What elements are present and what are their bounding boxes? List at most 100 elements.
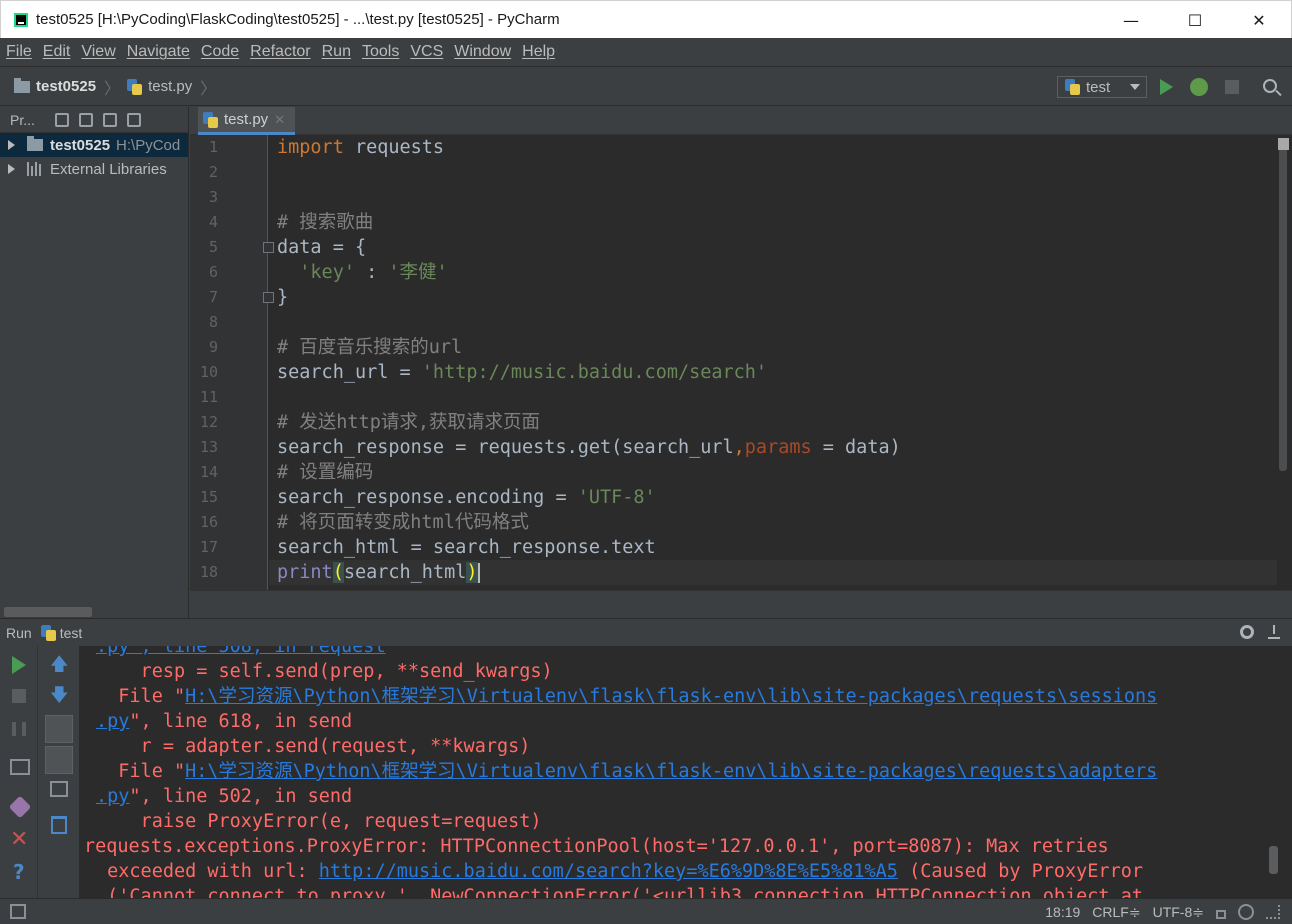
menu-navigate[interactable]: Navigate bbox=[127, 43, 190, 61]
inspection-status-icon[interactable] bbox=[1278, 138, 1289, 150]
search-everywhere-icon[interactable] bbox=[1263, 79, 1277, 93]
console-link[interactable]: .py bbox=[96, 711, 129, 732]
console-link[interactable]: .py bbox=[96, 786, 129, 807]
line-number: 14 bbox=[199, 463, 218, 481]
gear-icon[interactable] bbox=[1240, 625, 1254, 639]
restore-layout-icon[interactable] bbox=[10, 759, 30, 775]
soft-wrap-icon[interactable] bbox=[45, 715, 73, 743]
run-button[interactable] bbox=[1160, 79, 1173, 95]
console-link[interactable]: .py", line 508, in request bbox=[96, 646, 386, 657]
debug-button[interactable] bbox=[1190, 78, 1208, 96]
expand-arrow-icon[interactable] bbox=[8, 140, 15, 150]
gear-icon[interactable] bbox=[102, 112, 117, 127]
close-icon[interactable]: ✕ bbox=[10, 829, 30, 851]
menu-view[interactable]: View bbox=[81, 43, 115, 61]
console-line: exceeded with url: http://music.baidu.co… bbox=[96, 861, 1143, 882]
console-line: File "H:\学习资源\Python\框架学习\Virtualenv\fla… bbox=[96, 686, 1158, 707]
console-link[interactable]: http://music.baidu.com/search?key=%E6%9D… bbox=[319, 861, 898, 882]
code-line: 'key' : '李健' bbox=[299, 262, 448, 283]
menu-run[interactable]: Run bbox=[322, 43, 351, 61]
code-editor[interactable]: 1 2 3 4 5 6 7 8 9 10 11 12 13 14 15 16 1… bbox=[190, 135, 1292, 618]
code-line: # 发送http请求,获取请求页面 bbox=[277, 412, 540, 433]
run-tab-test[interactable]: test bbox=[60, 625, 83, 641]
encoding-select[interactable]: UTF-8≑ bbox=[1153, 904, 1204, 921]
tool-windows-toggle-icon[interactable] bbox=[10, 904, 26, 919]
console-link[interactable]: H:\学习资源\Python\框架学习\Virtualenv\flask\fla… bbox=[185, 686, 1157, 707]
tree-item-external-libraries[interactable]: External Libraries bbox=[0, 157, 188, 181]
code-line: search_response = requests.get(search_ur… bbox=[277, 437, 901, 458]
minimize-button[interactable]: — bbox=[1099, 1, 1163, 39]
line-separator-select[interactable]: CRLF≑ bbox=[1092, 904, 1140, 921]
pin-tab-icon[interactable] bbox=[8, 795, 32, 819]
hide-panel-icon[interactable] bbox=[1268, 625, 1280, 639]
folder-icon bbox=[27, 136, 43, 151]
pause-icon[interactable] bbox=[12, 722, 26, 736]
breadcrumb-project[interactable]: test0525 bbox=[36, 78, 96, 95]
tree-item-label: External Libraries bbox=[50, 160, 167, 178]
code-line: print(search_html) bbox=[277, 562, 480, 583]
hector-icon[interactable] bbox=[1238, 904, 1254, 920]
menu-refactor[interactable]: Refactor bbox=[250, 43, 310, 61]
rerun-icon[interactable] bbox=[12, 656, 26, 674]
lock-icon[interactable] bbox=[1216, 909, 1226, 919]
menu-tools[interactable]: Tools bbox=[362, 43, 399, 61]
console-link[interactable]: H:\学习资源\Python\框架学习\Virtualenv\flask\fla… bbox=[185, 761, 1157, 782]
tree-item-project[interactable]: test0525 H:\PyCod bbox=[0, 133, 188, 157]
menu-help[interactable]: Help bbox=[522, 43, 555, 61]
resize-grip-icon bbox=[1266, 905, 1280, 919]
editor-scrollbar[interactable] bbox=[1279, 139, 1287, 471]
menu-edit[interactable]: Edit bbox=[43, 43, 71, 61]
code-line: # 设置编码 bbox=[277, 462, 374, 483]
expand-arrow-icon[interactable] bbox=[8, 164, 15, 174]
tree-item-path: H:\PyCod bbox=[116, 136, 181, 154]
scroll-to-end-icon[interactable] bbox=[45, 746, 73, 774]
status-bar: 18:19 CRLF≑ UTF-8≑ bbox=[0, 898, 1292, 924]
project-view-select[interactable]: Pr... bbox=[10, 112, 35, 128]
menu-vcs[interactable]: VCS bbox=[410, 43, 443, 61]
line-number: 1 bbox=[208, 138, 218, 156]
stop-icon[interactable] bbox=[12, 689, 26, 703]
line-number-gutter: 1 2 3 4 5 6 7 8 9 10 11 12 13 14 15 16 1… bbox=[190, 135, 268, 590]
run-tool-label: Run bbox=[6, 624, 32, 641]
console-scrollbar[interactable] bbox=[1269, 846, 1278, 874]
code-lines: import requests # 搜索歌曲 data = { 'key' : … bbox=[277, 135, 1277, 590]
menu-window[interactable]: Window bbox=[454, 43, 511, 61]
clear-all-icon[interactable] bbox=[51, 816, 67, 834]
horizontal-scrollbar[interactable] bbox=[4, 607, 92, 617]
fold-marker-icon[interactable] bbox=[263, 242, 274, 253]
line-number: 10 bbox=[199, 363, 218, 381]
tab-label: test.py bbox=[224, 111, 269, 128]
fold-marker-icon[interactable] bbox=[263, 292, 274, 303]
code-line: # 将页面转变成html代码格式 bbox=[277, 512, 529, 533]
code-line: data = { bbox=[277, 237, 367, 258]
line-number: 2 bbox=[208, 163, 218, 181]
close-button[interactable]: ✕ bbox=[1227, 1, 1291, 39]
collapse-all-icon[interactable] bbox=[78, 112, 93, 127]
hide-panel-icon[interactable] bbox=[126, 112, 141, 127]
editor-tab-bar: test.py ✕ bbox=[190, 107, 1292, 135]
console-line: File "H:\学习资源\Python\框架学习\Virtualenv\fla… bbox=[96, 761, 1158, 782]
console-line: .py", line 618, in send bbox=[96, 711, 353, 732]
locate-icon[interactable] bbox=[54, 112, 69, 127]
line-number: 13 bbox=[199, 438, 218, 456]
menu-code[interactable]: Code bbox=[201, 43, 239, 61]
tab-test-py[interactable]: test.py ✕ bbox=[198, 107, 296, 135]
run-tool-window-header: Run test bbox=[0, 618, 1292, 646]
code-line: search_url = 'http://music.baidu.com/sea… bbox=[277, 362, 768, 383]
print-icon[interactable] bbox=[50, 781, 68, 797]
run-configuration-select[interactable]: test bbox=[1057, 76, 1147, 98]
console-output[interactable]: .py", line 508, in request resp = self.s… bbox=[80, 646, 1280, 898]
title-bar: test0525 [H:\PyCoding\FlaskCoding\test05… bbox=[0, 0, 1292, 38]
help-icon[interactable]: ? bbox=[13, 862, 33, 882]
maximize-button[interactable]: ☐ bbox=[1163, 1, 1227, 39]
close-tab-icon[interactable]: ✕ bbox=[274, 112, 285, 128]
breadcrumb-file[interactable]: test.py bbox=[148, 78, 192, 95]
caret-position[interactable]: 18:19 bbox=[1045, 904, 1080, 920]
arrow-up-icon[interactable]: 🡅 bbox=[50, 655, 70, 675]
menu-file[interactable]: File bbox=[6, 43, 32, 61]
code-line: search_html = search_response.text bbox=[277, 537, 656, 558]
arrow-down-icon[interactable]: 🡇 bbox=[50, 686, 70, 706]
stop-button[interactable] bbox=[1225, 80, 1239, 94]
